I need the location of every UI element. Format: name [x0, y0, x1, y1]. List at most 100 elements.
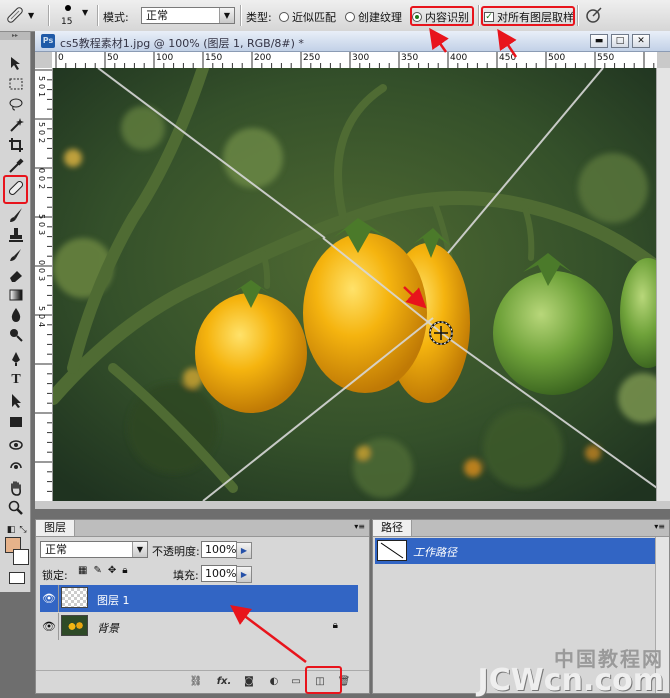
- close-button[interactable]: ✕: [632, 34, 650, 48]
- minimize-button[interactable]: ▬: [590, 34, 608, 48]
- pressure-size-button[interactable]: [584, 5, 606, 27]
- divider: [478, 5, 480, 26]
- spot-healing-brush-icon: [8, 180, 24, 196]
- panel-menu-button[interactable]: ▾≡: [354, 522, 365, 531]
- lock-label: 锁定:: [42, 569, 68, 582]
- chevron-down-icon: ▼: [132, 542, 147, 557]
- mode-select[interactable]: 正常 ▼: [141, 7, 235, 24]
- panel-menu-button[interactable]: ▾≡: [654, 522, 665, 531]
- divider: [240, 5, 242, 26]
- hand-tool[interactable]: [7, 479, 25, 497]
- spot-healing-brush-tool[interactable]: [7, 179, 25, 197]
- rectangle-tool[interactable]: [7, 413, 25, 431]
- dodge-tool[interactable]: [7, 326, 25, 344]
- eraser-tool[interactable]: [7, 266, 25, 284]
- 3d-camera-tool[interactable]: [7, 457, 25, 475]
- crop-tool[interactable]: [7, 136, 25, 154]
- brush-picker[interactable]: 15 ▼: [56, 2, 96, 29]
- ruler-label: 200: [254, 53, 272, 63]
- lasso-tool[interactable]: [7, 95, 25, 113]
- ruler-label: 0: [37, 176, 46, 182]
- background-color-swatch[interactable]: [13, 549, 29, 565]
- opacity-label: 不透明度:: [152, 545, 200, 558]
- 3d-rotate-tool[interactable]: [7, 436, 25, 454]
- tomato-photo: [53, 68, 657, 501]
- lock-transparent-icon[interactable]: ▦: [78, 565, 87, 576]
- path-thumbnail: [377, 540, 407, 561]
- ruler-label: 3: [37, 230, 46, 236]
- layer-row[interactable]: 👁︎ 背景 🔒︎: [40, 613, 358, 640]
- blur-tool[interactable]: [7, 306, 25, 324]
- fill-field[interactable]: 100% ▶: [201, 565, 252, 583]
- radio-create-texture[interactable]: 创建纹理: [345, 9, 402, 25]
- path-selection-tool[interactable]: [7, 392, 25, 410]
- pen-tool[interactable]: [7, 350, 25, 368]
- image-canvas[interactable]: [53, 68, 657, 501]
- eye-icon[interactable]: 👁︎: [40, 585, 59, 612]
- document-title-bar: Ps cs5教程素材1.jpg @ 100% (图层 1, RGB/8#) * …: [35, 31, 670, 52]
- blend-mode-select[interactable]: 正常 ▼: [40, 541, 148, 558]
- vertical-ruler[interactable]: 5 0 1 5 0 2 0 0 2 5 0 3 0 0 3 5 0 4: [35, 68, 53, 501]
- ruler-label: 2: [37, 138, 46, 144]
- layer-row[interactable]: 👁︎ 图层 1: [40, 585, 358, 612]
- tab-layers[interactable]: 图层: [36, 520, 75, 536]
- zoom-tool[interactable]: [7, 499, 25, 517]
- history-brush-icon: [10, 249, 21, 261]
- type-tool[interactable]: T: [7, 371, 25, 389]
- eyedropper-tool[interactable]: [7, 157, 25, 175]
- close-icon: ✕: [637, 36, 645, 46]
- pressure-icon: [586, 7, 602, 23]
- magic-wand-tool[interactable]: [7, 116, 25, 134]
- menu-icon: ▾≡: [354, 522, 365, 531]
- panel-header: 路径 ▾≡: [373, 520, 669, 537]
- ruler-label: 550: [597, 53, 615, 63]
- brush-tool[interactable]: [7, 206, 25, 224]
- history-brush-tool[interactable]: [7, 246, 25, 264]
- add-mask-button[interactable]: ◙: [241, 675, 257, 689]
- marquee-tool[interactable]: [7, 75, 25, 93]
- link-icon: ⛓︎: [189, 676, 203, 687]
- link-layers-button[interactable]: ⛓︎: [188, 675, 204, 689]
- chevron-down-icon: ▼: [82, 8, 89, 17]
- layer-style-button[interactable]: fx.: [216, 675, 232, 689]
- chevron-down-icon: ▼: [28, 10, 35, 20]
- brush-icon: [10, 208, 22, 222]
- chevron-right-icon[interactable]: ▶: [236, 542, 252, 559]
- adjustment-icon: ◐: [269, 676, 279, 687]
- move-tool[interactable]: [7, 54, 25, 72]
- ruler-label: 100: [156, 53, 174, 63]
- radio-indicator: [345, 12, 355, 22]
- sample-all-layers-checkbox[interactable]: ✓ 对所有图层取样: [484, 9, 574, 25]
- gradient-tool[interactable]: [7, 286, 25, 304]
- lock-image-icon[interactable]: ✎: [93, 565, 101, 576]
- opacity-field[interactable]: 100% ▶: [201, 541, 252, 559]
- pen-icon: [12, 352, 20, 366]
- horizontal-ruler[interactable]: 0 50 100 150 200 250 300 350 400 450 500 550: [52, 52, 657, 69]
- quick-mask-button[interactable]: [9, 572, 25, 584]
- layer-thumbnail: [61, 587, 88, 608]
- tool-preset-picker[interactable]: ▼: [4, 3, 44, 27]
- lock-position-icon[interactable]: ✥: [108, 565, 116, 576]
- new-group-button[interactable]: ▭: [288, 675, 304, 689]
- delete-layer-button[interactable]: 🗑︎: [336, 675, 352, 689]
- panel-header: 图层 ▾≡: [36, 520, 369, 537]
- radio-proximity-match[interactable]: 近似匹配: [279, 9, 336, 25]
- adjustment-layer-button[interactable]: ◐: [266, 675, 282, 689]
- eye-icon[interactable]: 👁︎: [40, 613, 59, 640]
- radio-content-aware[interactable]: 内容识别: [412, 9, 469, 25]
- chevron-down-icon: ▼: [219, 8, 234, 23]
- layers-panel: 图层 ▾≡ 正常 ▼ 不透明度: 100% ▶ 锁定: ▦ ✎ ✥ 🔒︎ 填充:…: [35, 519, 370, 694]
- lock-all-icon[interactable]: 🔒︎: [122, 565, 127, 576]
- clone-stamp-tool[interactable]: [7, 226, 25, 244]
- path-row[interactable]: 工作路径: [375, 538, 655, 564]
- new-layer-button[interactable]: ◫: [312, 675, 328, 689]
- maximize-button[interactable]: □: [611, 34, 629, 48]
- document-title: cs5教程素材1.jpg @ 100% (图层 1, RGB/8#) *: [60, 37, 304, 50]
- panel-grip[interactable]: ▸▸: [0, 32, 30, 40]
- opacity-value: 100%: [205, 543, 237, 556]
- options-bar: ▼ 15 ▼ 模式: 正常 ▼ 类型: 近似匹配 创建纹理 内容识别 ✓ 对所有…: [0, 0, 670, 32]
- chevron-right-icon[interactable]: ▶: [236, 566, 252, 583]
- tab-paths[interactable]: 路径: [373, 520, 412, 536]
- mask-icon: ◙: [244, 676, 254, 687]
- vertical-scrollbar[interactable]: [656, 68, 670, 501]
